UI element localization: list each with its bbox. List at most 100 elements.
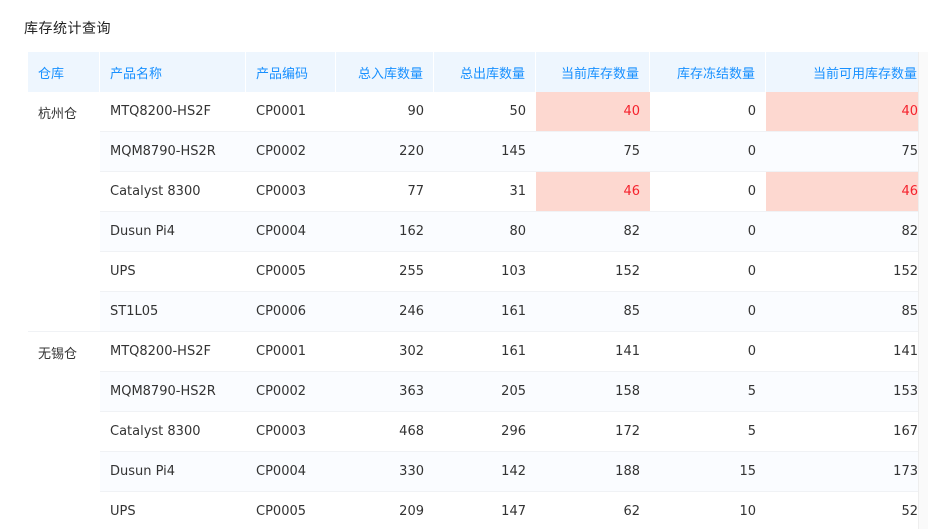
page-title: 库存统计查询: [24, 21, 111, 37]
cell-available: 82: [766, 212, 928, 252]
inventory-page: 库存统计查询 仓库 产品名称 产品编码 总入库数量 总出库数量 当前库存数量 库…: [0, 0, 928, 529]
cell-frozen: 10: [650, 492, 766, 529]
cell-available: 85: [766, 292, 928, 332]
cell-total-in: 77: [336, 172, 434, 212]
table-scroll-edge: [918, 52, 928, 529]
cell-total-out: 80: [434, 212, 536, 252]
cell-available: 40: [766, 92, 928, 132]
cell-frozen: 0: [650, 212, 766, 252]
cell-product-code: CP0002: [246, 372, 336, 412]
cell-available: 52: [766, 492, 928, 529]
cell-frozen: 0: [650, 172, 766, 212]
table-row[interactable]: 无锡仓 MTQ8200-HS2F CP0001 302 161 141 0 141: [28, 332, 928, 529]
cell-product-code: CP0001: [246, 92, 336, 132]
table-row[interactable]: Catalyst 8300 CP0003 468 296 172 5 167: [28, 412, 928, 452]
table-row[interactable]: 杭州仓 MTQ8200-HS2F CP0001 90 50 40 0 40: [28, 92, 928, 332]
cell-total-in: 255: [336, 252, 434, 292]
cell-product-name: MQM8790-HS2R: [100, 372, 246, 412]
cell-frozen: 15: [650, 452, 766, 492]
cell-total-out: 50: [434, 92, 536, 132]
cell-product-name: Catalyst 8300: [100, 172, 246, 212]
cell-current-stock: 188: [536, 452, 650, 492]
cell-total-out: 161: [434, 332, 536, 372]
cell-product-code: CP0003: [246, 172, 336, 212]
cell-total-in: 162: [336, 212, 434, 252]
cell-product-code: CP0001: [246, 332, 336, 372]
cell-product-name: Dusun Pi4: [100, 452, 246, 492]
cell-product-name: ST1L05: [100, 292, 246, 332]
cell-product-code: CP0004: [246, 452, 336, 492]
cell-product-name: Dusun Pi4: [100, 212, 246, 252]
cell-available: 46: [766, 172, 928, 212]
col-header-total-in[interactable]: 总入库数量: [336, 52, 434, 92]
col-header-warehouse[interactable]: 仓库: [28, 52, 100, 92]
cell-current-stock: 46: [536, 172, 650, 212]
table-header-row: 仓库 产品名称 产品编码 总入库数量 总出库数量 当前库存数量 库存冻结数量 当…: [28, 52, 928, 92]
cell-product-code: CP0002: [246, 132, 336, 172]
col-header-available[interactable]: 当前可用库存数量: [766, 52, 928, 92]
cell-total-out: 205: [434, 372, 536, 412]
cell-product-name: Catalyst 8300: [100, 412, 246, 452]
table-row[interactable]: MQM8790-HS2R CP0002 363 205 158 5 153: [28, 372, 928, 412]
table-row[interactable]: UPS CP0005 209 147 62 10 52: [28, 492, 928, 529]
cell-current-stock: 40: [536, 92, 650, 132]
cell-total-in: 90: [336, 92, 434, 132]
cell-current-stock: 152: [536, 252, 650, 292]
cell-total-out: 103: [434, 252, 536, 292]
cell-total-in: 330: [336, 452, 434, 492]
cell-frozen: 5: [650, 412, 766, 452]
cell-total-in: 209: [336, 492, 434, 529]
cell-current-stock: 85: [536, 292, 650, 332]
cell-total-out: 161: [434, 292, 536, 332]
cell-total-out: 145: [434, 132, 536, 172]
cell-product-code: CP0003: [246, 412, 336, 452]
cell-product-code: CP0004: [246, 212, 336, 252]
cell-product-name: MTQ8200-HS2F: [100, 332, 246, 372]
col-header-product-code[interactable]: 产品编码: [246, 52, 336, 92]
cell-frozen: 0: [650, 132, 766, 172]
col-header-total-out[interactable]: 总出库数量: [434, 52, 536, 92]
cell-product-name: UPS: [100, 252, 246, 292]
cell-total-out: 142: [434, 452, 536, 492]
cell-warehouse: 杭州仓: [28, 92, 100, 332]
cell-available: 75: [766, 132, 928, 172]
table-row[interactable]: MQM8790-HS2R CP0002 220 145 75 0 75: [28, 132, 928, 172]
cell-total-in: 220: [336, 132, 434, 172]
cell-available: 173: [766, 452, 928, 492]
cell-total-in: 302: [336, 332, 434, 372]
cell-current-stock: 172: [536, 412, 650, 452]
cell-frozen: 0: [650, 292, 766, 332]
col-header-current-stock[interactable]: 当前库存数量: [536, 52, 650, 92]
cell-total-out: 296: [434, 412, 536, 452]
cell-product-name: UPS: [100, 492, 246, 529]
cell-current-stock: 141: [536, 332, 650, 372]
cell-product-code: CP0006: [246, 292, 336, 332]
cell-available: 141: [766, 332, 928, 372]
col-header-frozen[interactable]: 库存冻结数量: [650, 52, 766, 92]
cell-frozen: 0: [650, 252, 766, 292]
cell-product-code: CP0005: [246, 252, 336, 292]
inventory-table: 仓库 产品名称 产品编码 总入库数量 总出库数量 当前库存数量 库存冻结数量 当…: [28, 52, 928, 529]
cell-current-stock: 75: [536, 132, 650, 172]
cell-total-in: 468: [336, 412, 434, 452]
cell-current-stock: 82: [536, 212, 650, 252]
cell-total-in: 363: [336, 372, 434, 412]
cell-available: 153: [766, 372, 928, 412]
cell-frozen: 5: [650, 372, 766, 412]
cell-frozen: 0: [650, 332, 766, 372]
table-row[interactable]: Dusun Pi4 CP0004 162 80 82 0 82: [28, 212, 928, 252]
inventory-table-container: 仓库 产品名称 产品编码 总入库数量 总出库数量 当前库存数量 库存冻结数量 当…: [28, 52, 928, 529]
cell-product-code: CP0005: [246, 492, 336, 529]
cell-total-out: 31: [434, 172, 536, 212]
table-row[interactable]: Catalyst 8300 CP0003 77 31 46 0 46: [28, 172, 928, 212]
cell-current-stock: 158: [536, 372, 650, 412]
cell-available: 152: [766, 252, 928, 292]
cell-current-stock: 62: [536, 492, 650, 529]
table-row[interactable]: ST1L05 CP0006 246 161 85 0 85: [28, 292, 928, 332]
cell-frozen: 0: [650, 92, 766, 132]
table-row[interactable]: UPS CP0005 255 103 152 0 152: [28, 252, 928, 292]
cell-product-name: MTQ8200-HS2F: [100, 92, 246, 132]
table-row[interactable]: Dusun Pi4 CP0004 330 142 188 15 173: [28, 452, 928, 492]
col-header-product-name[interactable]: 产品名称: [100, 52, 246, 92]
cell-total-out: 147: [434, 492, 536, 529]
